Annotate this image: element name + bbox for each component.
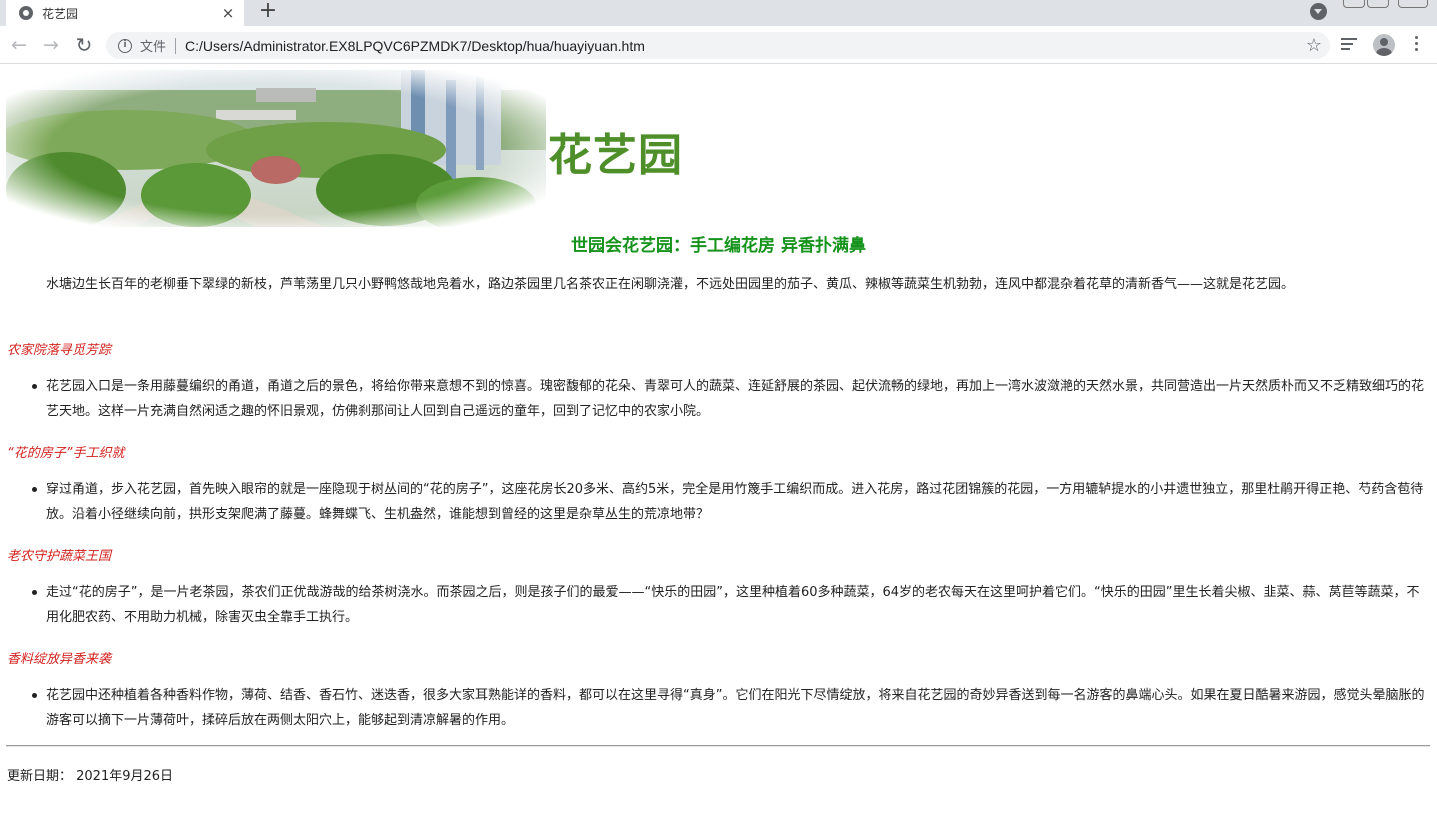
section-heading-3: 老农守护蔬菜王国 <box>7 549 112 564</box>
reload-icon[interactable]: ↻ <box>72 33 96 57</box>
bullet-icon <box>32 384 37 389</box>
bullet-icon <box>32 590 37 595</box>
list-item: 花艺园中还种植着各种香料作物，薄荷、结香、香石竹、迷迭香，很多大家耳熟能详的香料… <box>32 683 1432 733</box>
scheme-label: 文件 <box>140 40 167 55</box>
bullet-icon <box>32 487 37 492</box>
bullet-icon <box>32 693 37 698</box>
list-item: 走过“花的房子”，是一片老茶园，茶农们正优哉游哉的给茶树浇水。而茶园之后，则是孩… <box>32 580 1432 630</box>
new-tab-button[interactable]: + <box>256 0 280 24</box>
tab-strip: 花艺园 × + <box>0 0 1437 26</box>
section-body-2: 穿过甬道，步入花艺园，首先映入眼帘的就是一座隐现于树丛间的“花的房子”，这座花房… <box>46 482 1424 522</box>
globe-icon <box>19 6 33 20</box>
horizontal-divider <box>6 745 1430 747</box>
url-text[interactable]: C:/Users/Administrator.EX8LPQVC6PZMDK7/D… <box>185 38 645 54</box>
back-arrow-icon[interactable]: ← <box>7 33 31 57</box>
bookmark-star-icon[interactable]: ☆ <box>1306 35 1322 56</box>
section-body-3: 走过“花的房子”，是一片老茶园，茶农们正优哉游哉的给茶树浇水。而茶园之后，则是孩… <box>46 585 1420 625</box>
intro-paragraph: 水塘边生长百年的老柳垂下翠绿的新枝，芦苇荡里几只小野鸭悠哉地凫着水，路边茶园里几… <box>46 277 1295 292</box>
site-title: 花艺园 <box>548 130 683 181</box>
list-item: 花艺园入口是一条用藤蔓编织的甬道，甬道之后的景色，将给你带来意想不到的惊喜。瑰密… <box>32 374 1432 424</box>
section-body-4: 花艺园中还种植着各种香料作物，薄荷、结香、香石竹、迷迭香，很多大家耳熟能详的香料… <box>46 688 1425 728</box>
minimize-button[interactable] <box>1343 0 1365 8</box>
menu-dots-icon[interactable] <box>1410 36 1422 54</box>
close-tab-icon[interactable]: × <box>220 5 236 21</box>
browser-toolbar: ← → ↻ i 文件 C:/Users/Administrator.EX8LPQ… <box>0 26 1437 64</box>
forward-arrow-icon[interactable]: → <box>39 33 63 57</box>
window-close-button[interactable] <box>1398 0 1428 8</box>
section-heading-1: 农家院落寻觅芳踪 <box>7 343 112 358</box>
list-item: 穿过甬道，步入花艺园，首先映入眼帘的就是一座隐现于树丛间的“花的房子”，这座花房… <box>32 477 1432 527</box>
address-divider <box>175 37 177 54</box>
browser-tab[interactable]: 花艺园 × <box>6 0 244 26</box>
section-heading-4: 香料绽放异香来袭 <box>7 652 112 667</box>
section-heading-2: “花的房子”手工织就 <box>7 446 125 461</box>
banner-image <box>6 70 546 227</box>
info-icon[interactable]: i <box>118 38 132 53</box>
maximize-button[interactable] <box>1367 0 1389 8</box>
reading-list-icon[interactable] <box>1341 38 1357 52</box>
update-date: 更新日期： 2021年9月26日 <box>7 769 174 784</box>
page-headline: 世园会花艺园：手工编花房 异香扑满鼻 <box>571 236 866 256</box>
page-content: 花艺园 世园会花艺园：手工编花房 异香扑满鼻 水塘边生长百年的老柳垂下翠绿的新枝… <box>0 65 1437 827</box>
tab-title: 花艺园 <box>42 6 79 21</box>
tab-search-icon[interactable] <box>1310 3 1327 20</box>
section-body-1: 花艺园入口是一条用藤蔓编织的甬道，甬道之后的景色，将给你带来意想不到的惊喜。瑰密… <box>46 379 1425 419</box>
profile-avatar-icon[interactable] <box>1373 34 1395 56</box>
address-bar[interactable]: i 文件 C:/Users/Administrator.EX8LPQVC6PZM… <box>106 32 1330 59</box>
